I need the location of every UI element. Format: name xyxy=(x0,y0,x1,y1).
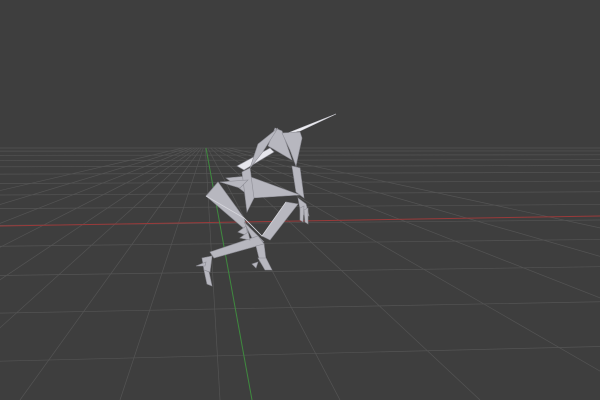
3d-viewport[interactable] xyxy=(0,0,600,400)
bone-thigh-left[interactable] xyxy=(209,235,265,259)
bone-head[interactable] xyxy=(287,113,337,134)
grid-line-depth xyxy=(228,147,600,229)
grid-line-depth xyxy=(119,147,204,400)
bone-heel-left[interactable] xyxy=(195,261,207,267)
grid-line-row xyxy=(0,159,600,161)
viewport-canvas[interactable] xyxy=(0,0,600,400)
grid-line-row xyxy=(0,239,600,247)
grid-line-row xyxy=(0,266,600,276)
bone-toe-right[interactable] xyxy=(251,261,259,269)
grid-line-row xyxy=(0,346,600,362)
bone-foot-right[interactable] xyxy=(257,257,273,271)
bone-finger-right-2[interactable] xyxy=(303,207,309,225)
grid-line-row xyxy=(0,165,600,168)
grid-line-row xyxy=(0,154,600,156)
grid-line-row xyxy=(0,301,600,314)
bone-finger-right-1[interactable] xyxy=(299,205,305,223)
